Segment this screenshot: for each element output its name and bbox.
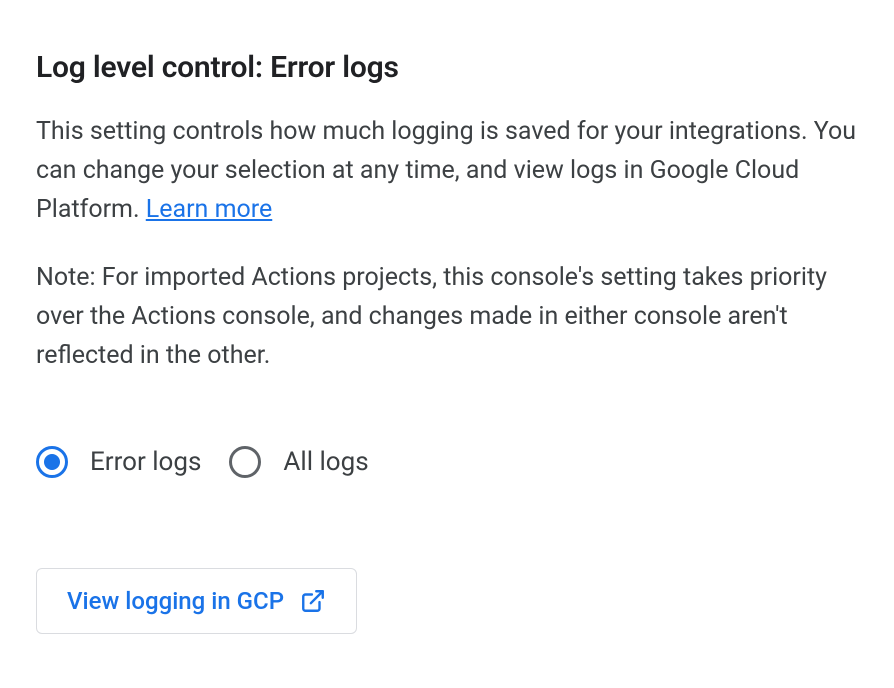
button-label: View logging in GCP xyxy=(67,587,284,615)
open-external-icon xyxy=(300,588,326,614)
note-paragraph: Note: For imported Actions projects, thi… xyxy=(36,259,858,375)
radio-icon xyxy=(229,446,261,478)
learn-more-link[interactable]: Learn more xyxy=(146,195,272,224)
radio-inner-dot xyxy=(44,454,60,470)
description-paragraph: This setting controls how much logging i… xyxy=(36,113,858,229)
radio-label: All logs xyxy=(283,447,368,477)
section-heading: Log level control: Error logs xyxy=(36,50,858,85)
view-logging-gcp-button[interactable]: View logging in GCP xyxy=(36,568,357,634)
radio-option-all-logs[interactable]: All logs xyxy=(229,446,368,478)
log-level-radio-group: Error logs All logs xyxy=(36,446,858,478)
radio-option-error-logs[interactable]: Error logs xyxy=(36,446,201,478)
radio-label: Error logs xyxy=(90,447,201,477)
radio-icon xyxy=(36,446,68,478)
